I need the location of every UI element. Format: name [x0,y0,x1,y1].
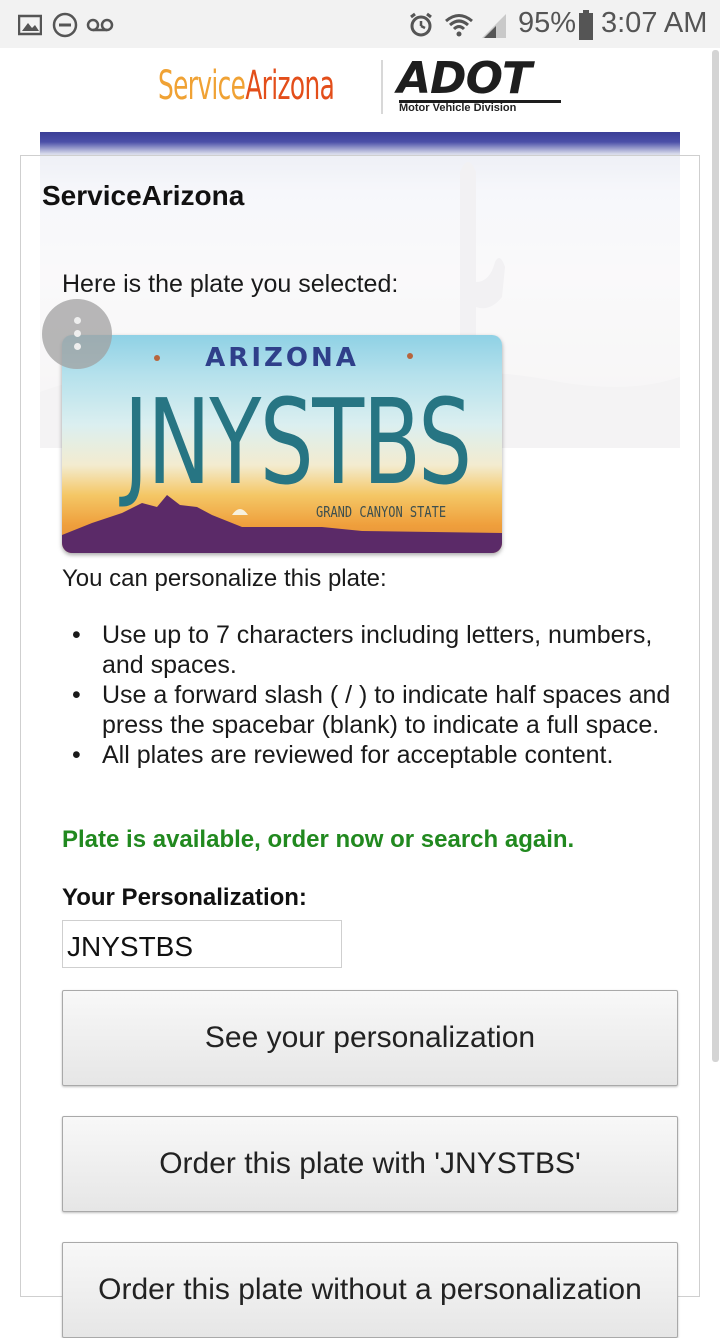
adot-logo[interactable]: ADOT Motor Vehicle Division [397,56,563,118]
intro-text: Here is the plate you selected: [62,270,399,298]
plate-state: ARIZONA [205,343,359,373]
rule-text: Use up to 7 characters including letters… [102,621,653,679]
availability-message: Plate is available, order now or search … [62,826,575,853]
scrollbar[interactable] [712,50,719,1062]
order-without-personalization-button[interactable]: Order this plate without a personalizati… [62,1242,678,1338]
license-plate-image: ARIZONA JNYSTBS GRAND CANYON STATE [62,335,502,553]
battery-percent: 95% [518,7,577,39]
adot-wordmark: ADOT [397,53,532,104]
plate-slogan: GRAND CANYON STATE [316,503,447,521]
clock: 3:07 AM [601,7,708,39]
plate-number: JNYSTBS [123,373,472,511]
personalization-label: Your Personalization: [62,884,307,911]
rule-text: Use a forward slash ( / ) to indicate ha… [102,681,671,739]
gallery-icon [18,14,42,36]
floating-menu-button[interactable] [42,299,112,369]
do-not-disturb-icon [52,12,78,38]
see-personalization-button[interactable]: See your personalization [62,990,678,1086]
order-with-personalization-button[interactable]: Order this plate with 'JNYSTBS' [62,1116,678,1212]
battery-icon [579,10,593,40]
adot-subtitle: Motor Vehicle Division [399,102,517,114]
rule-text: All plates are reviewed for acceptable c… [102,741,614,769]
list-item: • All plates are reviewed for acceptable … [72,741,614,769]
logo-arizona-text: Arizona [245,63,335,109]
personalize-text: You can personalize this plate: [62,565,387,592]
list-item: • Use a forward slash ( / ) to indicate h… [72,681,671,739]
wifi-icon [445,14,473,37]
status-bar: 95% 3:07 AM [0,0,720,48]
list-item: • Use up to 7 characters including letter… [72,621,653,679]
personalization-input[interactable] [62,920,342,968]
signal-icon [482,14,506,38]
logo-service-text: Service [158,63,246,109]
page-title: ServiceArizona [42,180,245,211]
rules-list: • Use up to 7 characters including letter… [62,620,682,770]
alarm-icon [410,12,432,37]
logo-divider [381,60,383,114]
serviceaz-logo[interactable]: ServiceArizona [158,56,335,116]
voicemail-icon [86,18,114,32]
